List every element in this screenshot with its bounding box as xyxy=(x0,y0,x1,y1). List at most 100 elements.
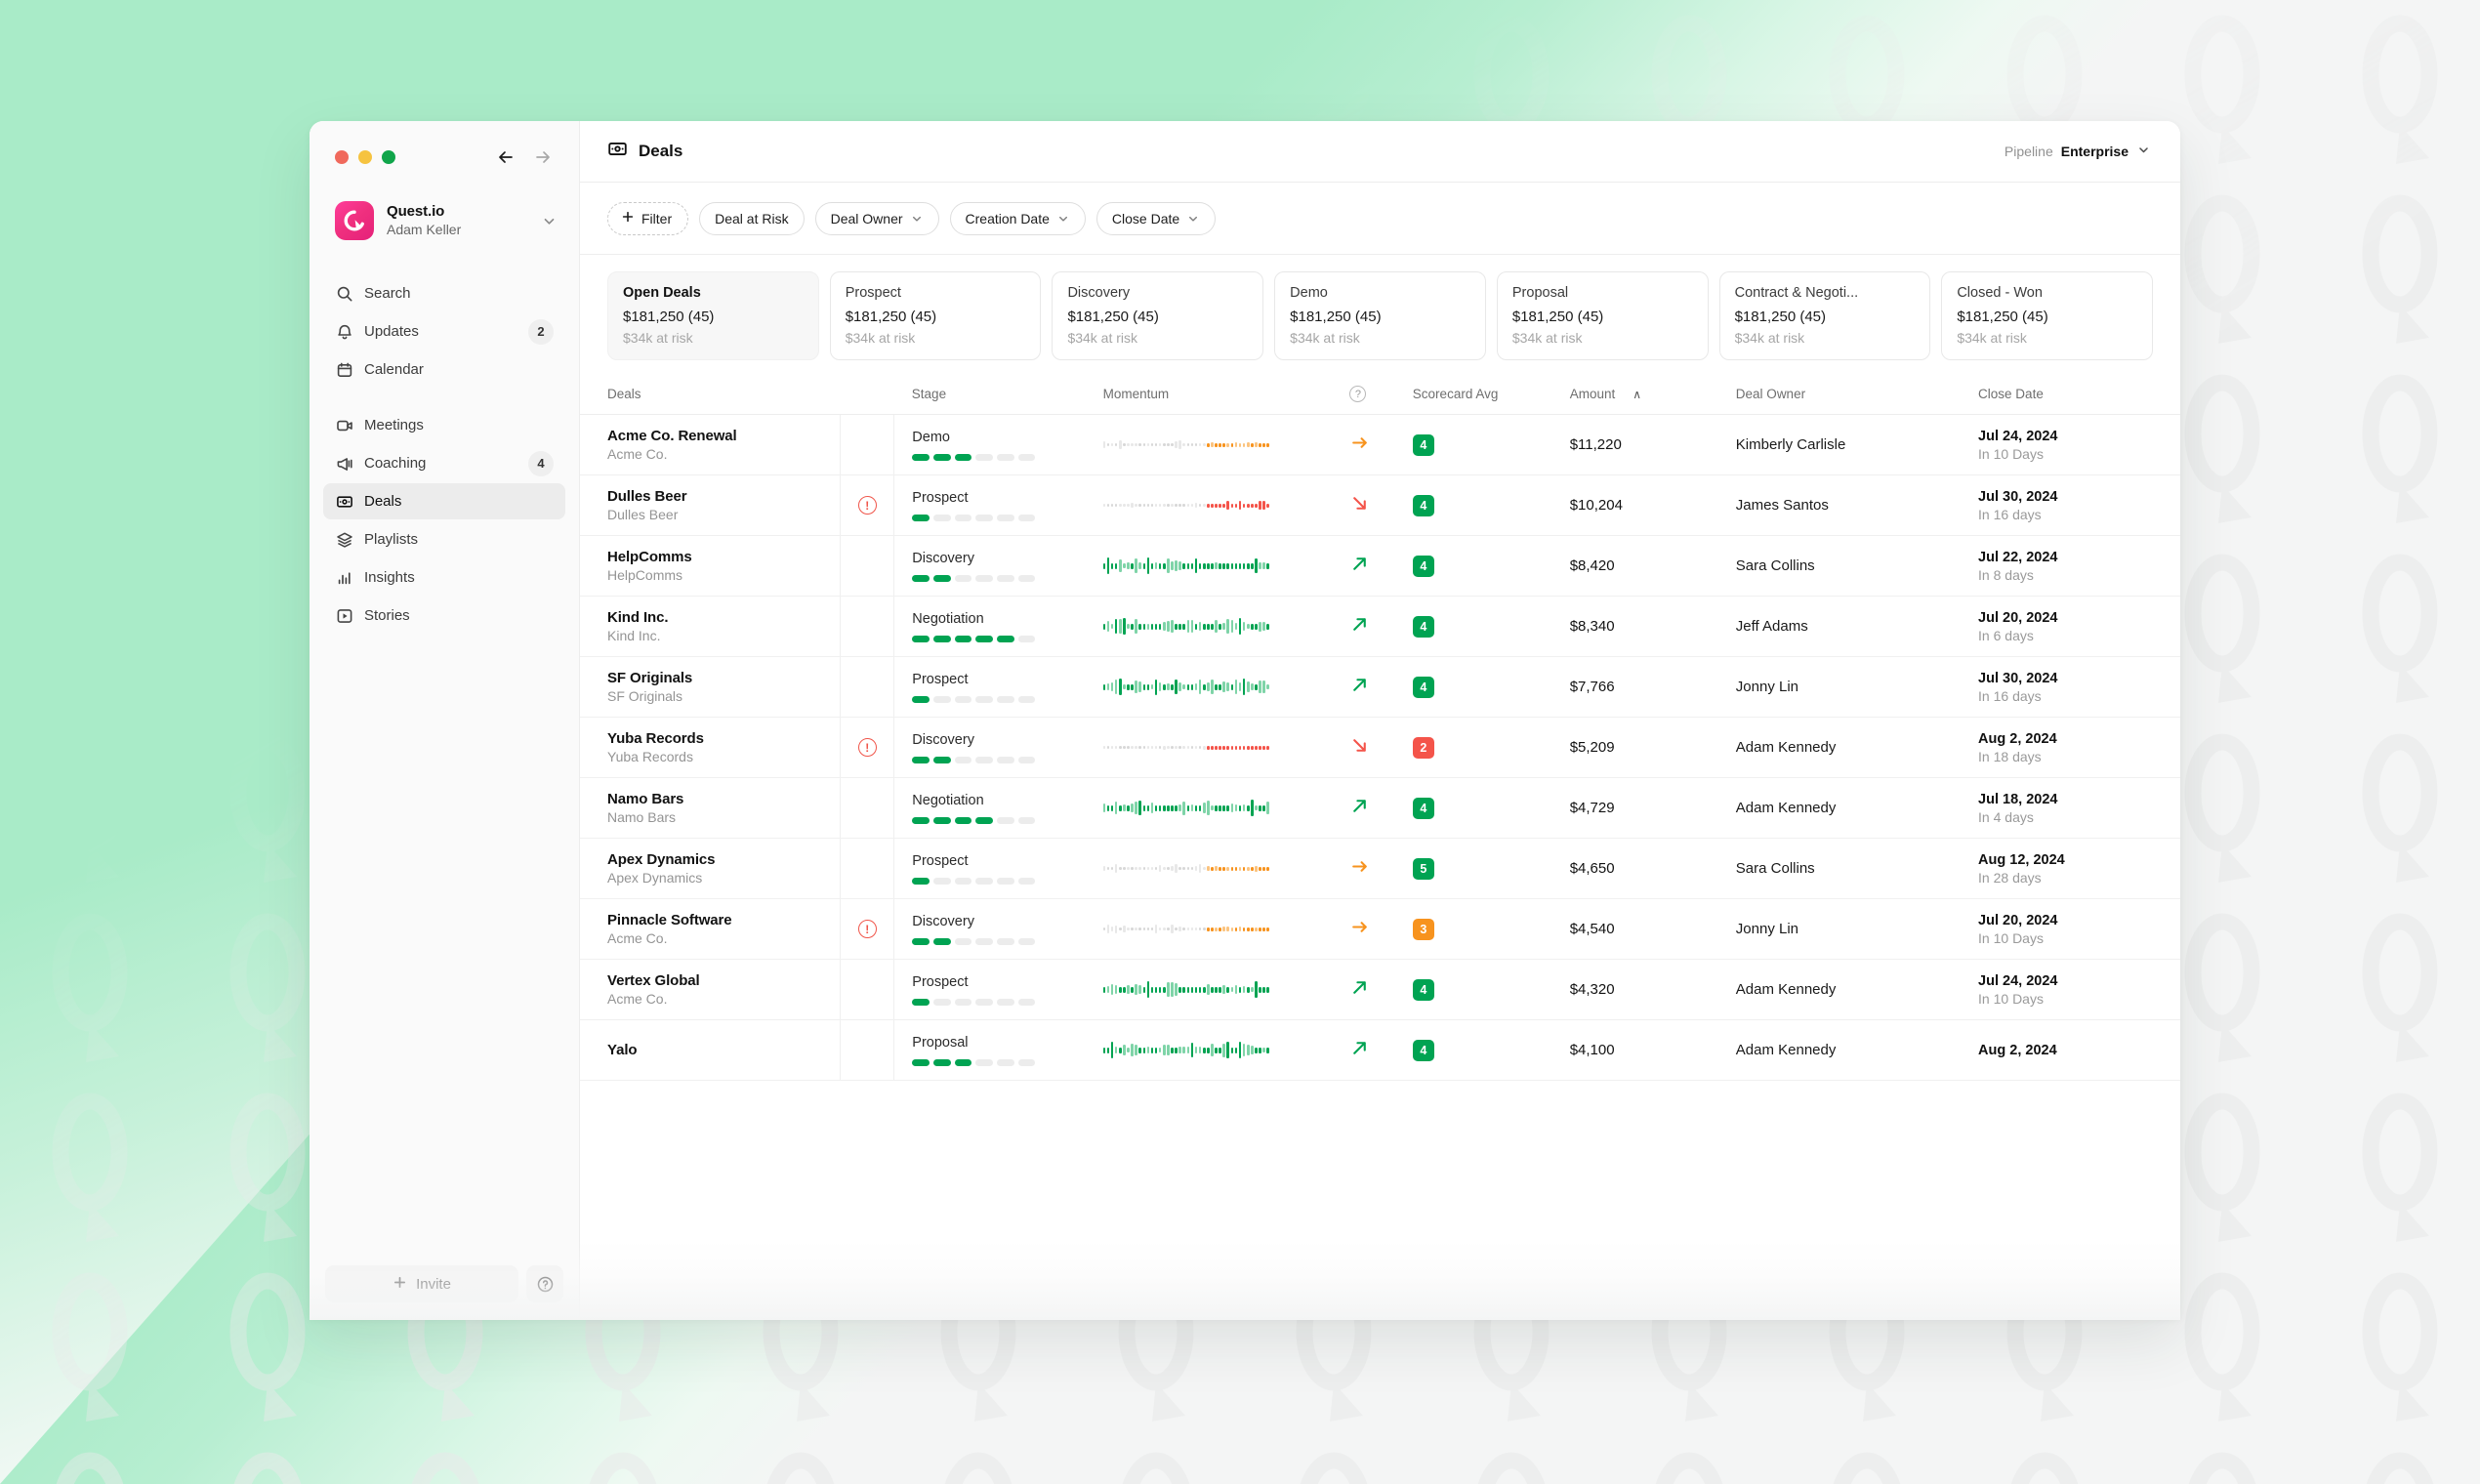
stage-card-amount: $181,250 (45) xyxy=(1734,309,1826,325)
sidebar-item-calendar[interactable]: Calendar xyxy=(323,351,565,388)
table-row[interactable]: Yalo Proposal 4 $4,100 Adam Kennedy Aug 2, 20… xyxy=(580,1019,2180,1081)
sidebar-item-search[interactable]: Search xyxy=(323,275,565,311)
search-icon xyxy=(335,284,353,303)
table-row[interactable]: Vertex Global Acme Co. Prospect 4 $4,320 Adam… xyxy=(580,959,2180,1020)
stage-card[interactable]: Contract & Negoti... $181,250 (45) $34k at… xyxy=(1718,271,1931,360)
sort-ascending-icon[interactable]: ∧ xyxy=(1633,388,1641,401)
money-icon xyxy=(607,139,628,164)
workspace-switcher[interactable]: Quest.io Adam Keller xyxy=(331,195,561,246)
stage-progress-segment xyxy=(912,756,930,763)
scorecard-badge: 4 xyxy=(1412,615,1434,638)
stage-card[interactable]: Closed - Won $181,250 (45) $34k at risk xyxy=(1941,271,2154,360)
table-row[interactable]: Yuba Records Yuba Records! Discovery 2 $5,20… xyxy=(580,717,2180,778)
stage-name: Demo xyxy=(912,429,950,445)
column-header-amount[interactable]: Amount ∧ xyxy=(1569,376,1736,415)
cell-deal[interactable]: Vertex Global Acme Co. xyxy=(580,959,842,1020)
stage-progress xyxy=(912,635,1036,642)
stage-card-risk: $34k at risk xyxy=(1957,330,2027,346)
deal-at-risk-icon[interactable]: ! xyxy=(857,496,877,515)
chevron-down-icon[interactable] xyxy=(541,213,558,229)
maximize-window-button[interactable] xyxy=(382,150,395,164)
minimize-window-button[interactable] xyxy=(358,150,372,164)
momentum-sparkline xyxy=(1102,430,1297,461)
stage-card[interactable]: Discovery $181,250 (45) $34k at risk xyxy=(1052,271,1264,360)
deal-name: Acme Co. Renewal xyxy=(607,428,737,444)
sidebar-item-stories[interactable]: Stories xyxy=(323,598,565,634)
sidebar-item-label: Search xyxy=(364,285,411,302)
sidebar-item-coaching[interactable]: Coaching 4 xyxy=(323,445,565,481)
filter-creation-date[interactable]: Creation Date xyxy=(949,201,1086,235)
filter-deal-at-risk[interactable]: Deal at Risk xyxy=(699,201,805,235)
cell-deal[interactable]: HelpComms HelpComms xyxy=(580,535,842,597)
column-header-scorecard[interactable]: Scorecard Avg xyxy=(1412,376,1570,415)
sidebar-item-deals[interactable]: Deals xyxy=(323,483,565,519)
deal-owner: Adam Kennedy xyxy=(1735,799,1837,816)
column-header-close-date[interactable]: Close Date xyxy=(1978,376,2180,415)
column-header-stage[interactable]: Stage xyxy=(893,376,1103,415)
column-header-momentum[interactable]: Momentum xyxy=(1102,376,1350,415)
help-button[interactable] xyxy=(526,1265,563,1302)
filter-close-date[interactable]: Close Date xyxy=(1095,201,1217,235)
cell-deal[interactable]: Pinnacle Software Acme Co. xyxy=(580,898,842,960)
stage-progress-segment xyxy=(1017,574,1036,582)
table-row[interactable]: Acme Co. Renewal Acme Co. Demo 4 $11,220 Kimb… xyxy=(580,414,2180,475)
cell-deal[interactable]: Acme Co. Renewal Acme Co. xyxy=(580,414,842,475)
window-controls xyxy=(310,121,579,168)
table-row[interactable]: Namo Bars Namo Bars Negotiation 4 $4,729 Adam… xyxy=(580,777,2180,839)
deal-amount: $4,650 xyxy=(1569,859,1615,877)
deal-at-risk-icon[interactable]: ! xyxy=(857,920,877,938)
deal-at-risk-icon[interactable]: ! xyxy=(857,738,877,757)
table-row[interactable]: Kind Inc. Kind Inc. Negotiation 4 $8,340 Jeff… xyxy=(580,596,2180,657)
cell-deal[interactable]: Kind Inc. Kind Inc. xyxy=(580,596,842,657)
table-row[interactable]: Pinnacle Software Acme Co.! Discovery 3 $4,5… xyxy=(580,898,2180,960)
cell-scorecard: 4 xyxy=(1412,1019,1570,1081)
column-header-deal-owner[interactable]: Deal Owner xyxy=(1735,376,1979,415)
column-header-deals[interactable]: Deals xyxy=(580,376,841,415)
sidebar-item-updates[interactable]: Updates 2 xyxy=(323,313,565,350)
table-row[interactable]: Dulles Beer Dulles Beer! Prospect 4 $10,204 J… xyxy=(580,474,2180,536)
table-row[interactable]: Apex Dynamics Apex Dynamics Prospect 5 $4,65… xyxy=(580,838,2180,899)
stage-summary-cards: Open Deals $181,250 (45) $34k at risk Prosp… xyxy=(580,255,2180,376)
chevron-down-icon[interactable] xyxy=(2136,143,2151,160)
filter-deal-owner[interactable]: Deal Owner xyxy=(814,201,939,235)
cell-deal[interactable]: Yuba Records Yuba Records xyxy=(580,717,842,778)
deal-amount: $10,204 xyxy=(1569,496,1623,514)
sidebar-item-insights[interactable]: Insights xyxy=(323,559,565,596)
stage-card[interactable]: Demo $181,250 (45) $34k at risk xyxy=(1274,271,1486,360)
stage-progress-segment xyxy=(1017,1058,1036,1066)
table-row[interactable]: HelpComms HelpComms Discovery 4 $8,420 Sara C… xyxy=(580,535,2180,597)
sidebar-item-label: Calendar xyxy=(364,361,424,378)
pipeline-selector[interactable]: Pipeline Enterprise xyxy=(2005,143,2151,160)
cell-deal[interactable]: SF Originals SF Originals xyxy=(580,656,842,718)
cell-stage: Discovery xyxy=(893,535,1103,597)
close-date-relative: In 10 Days xyxy=(1978,929,2044,946)
add-filter-button[interactable]: Filter xyxy=(607,201,689,235)
sidebar-item-label: Playlists xyxy=(364,531,419,548)
invite-button[interactable]: Invite xyxy=(325,1265,518,1302)
sidebar-item-playlists[interactable]: Playlists xyxy=(323,521,565,557)
back-arrow-icon[interactable] xyxy=(495,146,517,168)
sidebar-footer: Invite xyxy=(310,1252,579,1318)
stage-progress-segment xyxy=(996,816,1014,824)
cell-deal[interactable]: Dulles Beer Dulles Beer xyxy=(580,474,842,536)
momentum-help-icon[interactable]: ? xyxy=(1349,386,1367,402)
stage-progress-segment xyxy=(954,1058,972,1066)
stage-card[interactable]: Open Deals $181,250 (45) $34k at risk xyxy=(607,271,819,360)
stage-progress-segment xyxy=(1017,937,1036,945)
cell-deal[interactable]: Yalo xyxy=(580,1019,842,1081)
cell-scorecard: 4 xyxy=(1412,959,1570,1020)
cell-deal[interactable]: Apex Dynamics Apex Dynamics xyxy=(580,838,842,899)
stage-card[interactable]: Prospect $181,250 (45) $34k at risk xyxy=(829,271,1042,360)
cell-deal[interactable]: Namo Bars Namo Bars xyxy=(580,777,842,839)
stage-card-amount: $181,250 (45) xyxy=(623,309,715,325)
cell-stage: Negotiation xyxy=(893,777,1103,839)
stage-progress-segment xyxy=(1017,756,1036,763)
stage-card[interactable]: Proposal $181,250 (45) $34k at risk xyxy=(1496,271,1709,360)
sidebar-item-meetings[interactable]: Meetings xyxy=(323,407,565,443)
deal-owner: Kimberly Carlisle xyxy=(1735,435,1846,453)
stage-progress-segment xyxy=(996,877,1014,885)
close-window-button[interactable] xyxy=(335,150,349,164)
table-row[interactable]: SF Originals SF Originals Prospect 4 $7,766 J… xyxy=(580,656,2180,718)
close-date: Jul 20, 2024 xyxy=(1978,609,2058,626)
forward-arrow-icon[interactable] xyxy=(532,146,554,168)
